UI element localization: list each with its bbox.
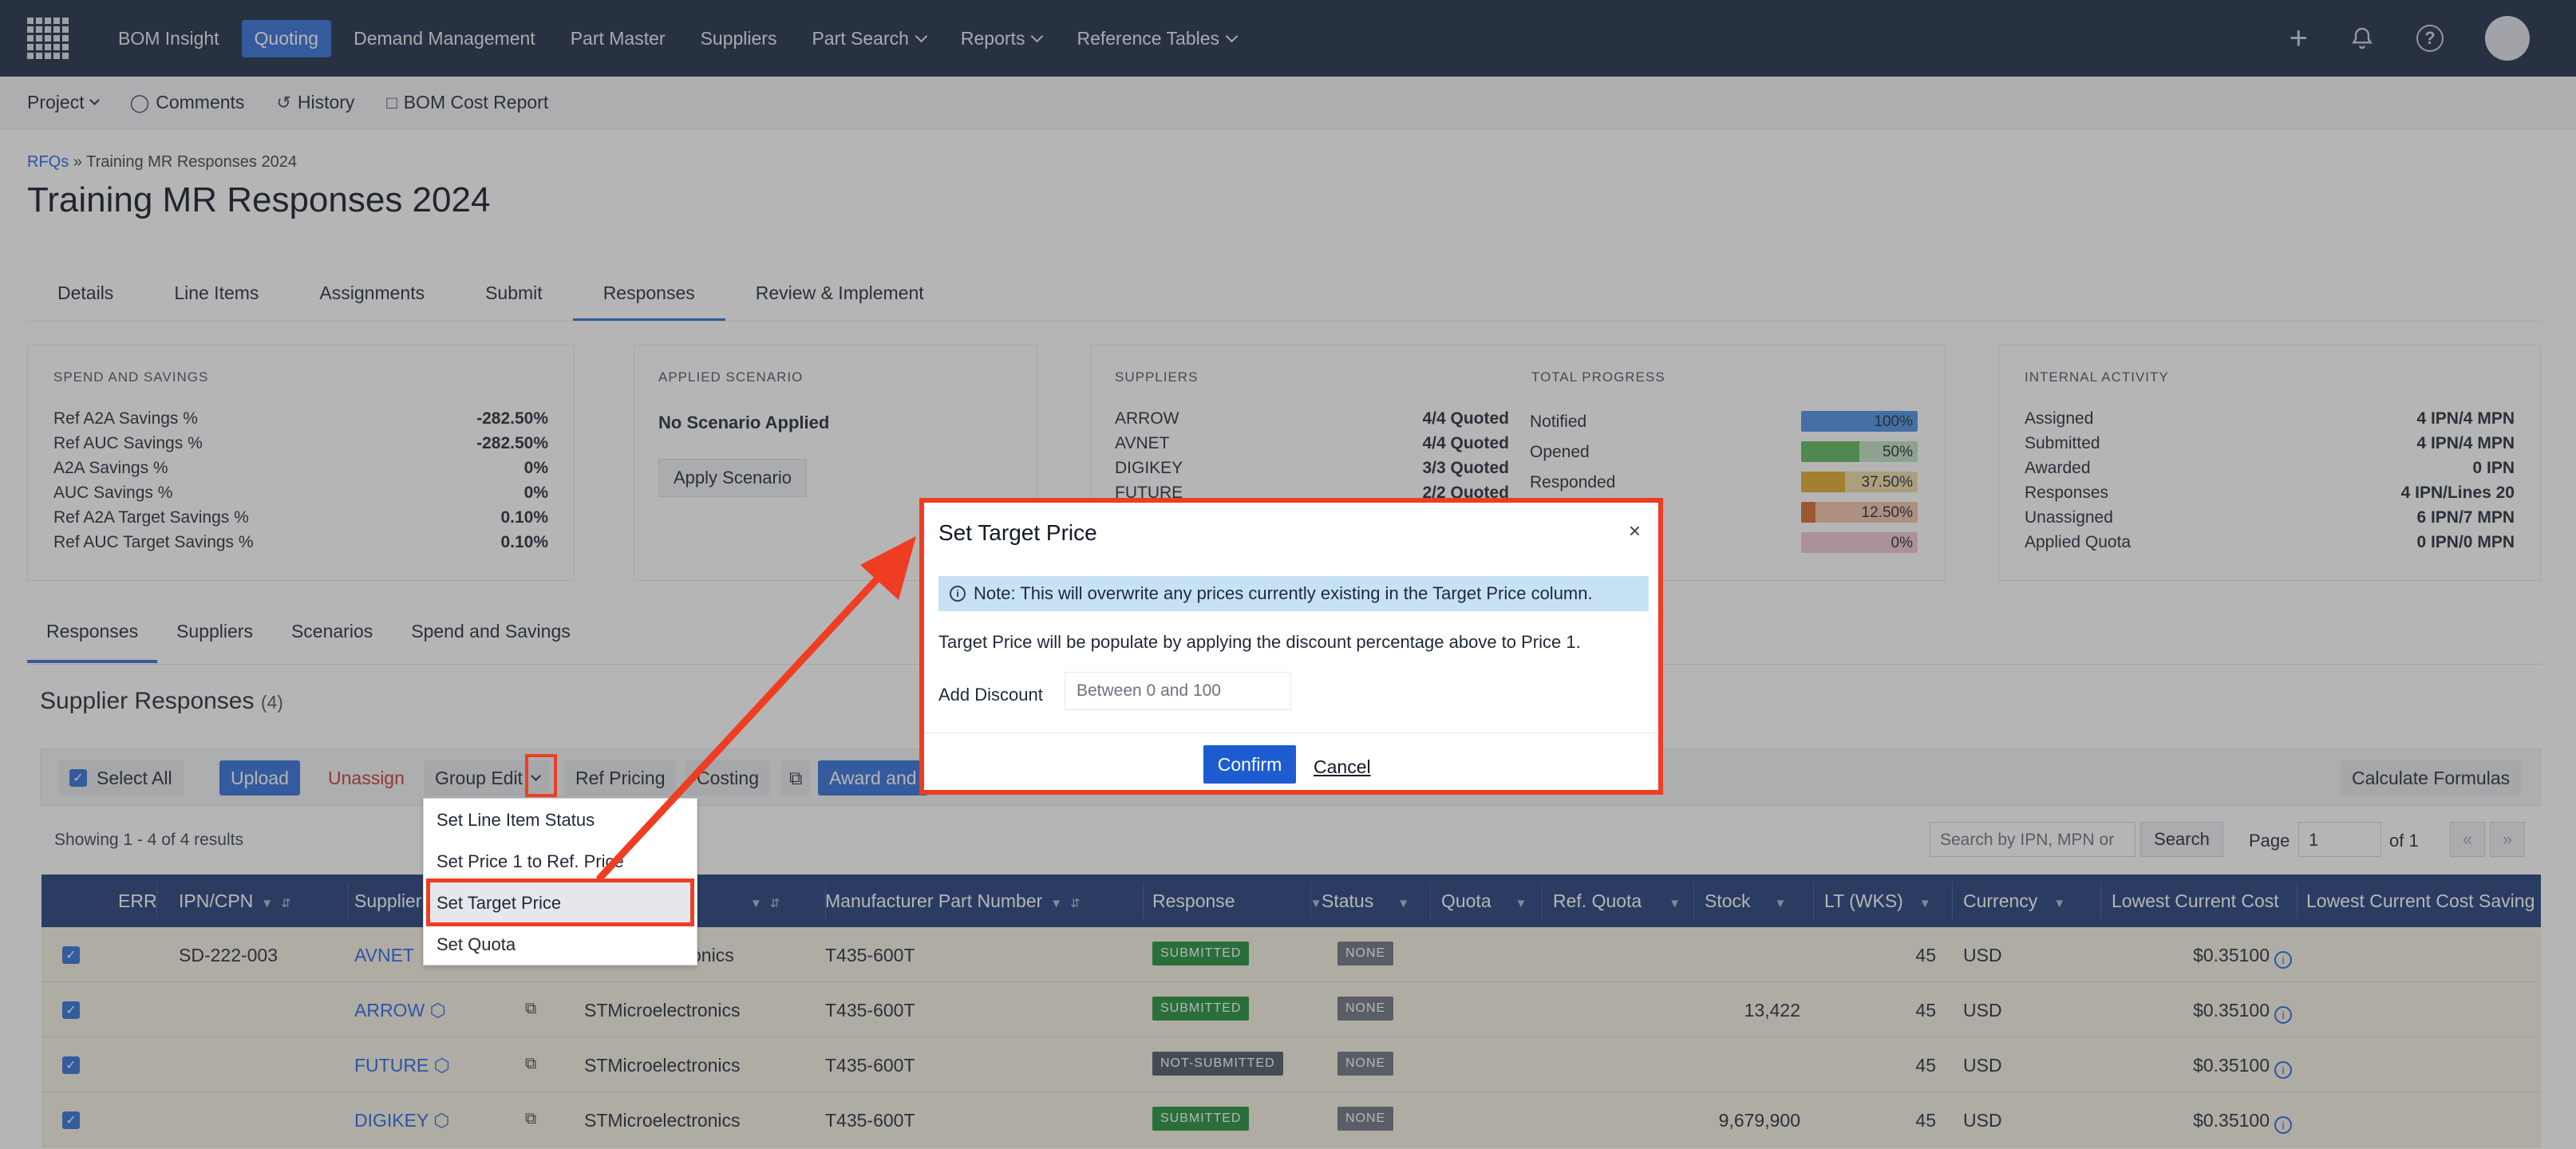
modal-title: Set Target Price — [938, 520, 1097, 545]
discount-label: Add Discount — [938, 685, 1043, 705]
info-icon: i — [950, 586, 966, 602]
modal-divider — [924, 732, 1658, 733]
menu-item-set-target-price[interactable]: Set Target Price — [437, 893, 561, 914]
group-edit-toggle-highlight — [525, 754, 557, 797]
close-icon[interactable]: × — [1629, 519, 1641, 543]
menu-item-set-price1-ref-price[interactable]: Set Price 1 to Ref. Price — [437, 851, 624, 872]
modal-note: i Note: This will overwrite any prices cu… — [938, 576, 1649, 611]
group-edit-menu: Set Line Item Status Set Price 1 to Ref.… — [423, 798, 697, 965]
set-target-price-modal: Set Target Price × i Note: This will over… — [919, 498, 1663, 795]
menu-item-set-line-item-status[interactable]: Set Line Item Status — [437, 810, 595, 831]
discount-input[interactable] — [1065, 672, 1291, 710]
confirm-button[interactable]: Confirm — [1203, 745, 1296, 784]
cancel-button[interactable]: Cancel — [1314, 756, 1371, 778]
modal-description: Target Price will be populate by applyin… — [938, 632, 1581, 652]
menu-item-set-quota[interactable]: Set Quota — [437, 934, 516, 955]
